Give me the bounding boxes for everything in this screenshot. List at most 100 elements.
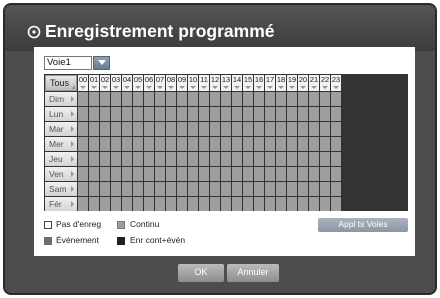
schedule-cell[interactable] — [166, 167, 176, 181]
schedule-cell[interactable] — [243, 92, 253, 106]
schedule-cell[interactable] — [199, 107, 209, 121]
schedule-cell[interactable] — [309, 92, 319, 106]
schedule-cell[interactable] — [133, 167, 143, 181]
hour-header-00[interactable]: 00 — [78, 75, 88, 91]
schedule-cell[interactable] — [309, 167, 319, 181]
schedule-cell[interactable] — [199, 182, 209, 196]
schedule-cell[interactable] — [265, 137, 275, 151]
schedule-cell[interactable] — [221, 137, 231, 151]
schedule-cell[interactable] — [320, 137, 330, 151]
schedule-cell[interactable] — [133, 197, 143, 211]
schedule-cell[interactable] — [155, 197, 165, 211]
schedule-cell[interactable] — [89, 107, 99, 121]
schedule-cell[interactable] — [188, 92, 198, 106]
schedule-cell[interactable] — [331, 107, 341, 121]
schedule-cell[interactable] — [287, 152, 297, 166]
hour-header-17[interactable]: 17 — [265, 75, 275, 91]
schedule-cell[interactable] — [177, 197, 187, 211]
hour-header-10[interactable]: 10 — [188, 75, 198, 91]
day-header-1[interactable]: Lun — [45, 107, 77, 121]
schedule-cell[interactable] — [243, 107, 253, 121]
schedule-cell[interactable] — [100, 167, 110, 181]
schedule-cell[interactable] — [309, 182, 319, 196]
schedule-cell[interactable] — [177, 182, 187, 196]
hour-header-11[interactable]: 11 — [199, 75, 209, 91]
schedule-cell[interactable] — [100, 137, 110, 151]
day-header-7[interactable]: Fér — [45, 197, 77, 211]
schedule-cell[interactable] — [232, 122, 242, 136]
schedule-cell[interactable] — [199, 92, 209, 106]
schedule-cell[interactable] — [144, 167, 154, 181]
schedule-cell[interactable] — [298, 182, 308, 196]
schedule-cell[interactable] — [133, 137, 143, 151]
schedule-cell[interactable] — [144, 122, 154, 136]
schedule-cell[interactable] — [100, 197, 110, 211]
ok-button[interactable]: OK — [178, 264, 224, 282]
schedule-cell[interactable] — [166, 122, 176, 136]
schedule-cell[interactable] — [232, 152, 242, 166]
schedule-cell[interactable] — [210, 167, 220, 181]
schedule-cell[interactable] — [243, 137, 253, 151]
schedule-cell[interactable] — [309, 197, 319, 211]
schedule-cell[interactable] — [320, 197, 330, 211]
schedule-cell[interactable] — [78, 107, 88, 121]
schedule-cell[interactable] — [166, 197, 176, 211]
hour-header-13[interactable]: 13 — [221, 75, 231, 91]
schedule-cell[interactable] — [188, 167, 198, 181]
schedule-cell[interactable] — [254, 152, 264, 166]
schedule-cell[interactable] — [199, 152, 209, 166]
schedule-cell[interactable] — [100, 152, 110, 166]
schedule-cell[interactable] — [155, 92, 165, 106]
schedule-cell[interactable] — [309, 122, 319, 136]
schedule-cell[interactable] — [309, 107, 319, 121]
schedule-cell[interactable] — [210, 107, 220, 121]
schedule-cell[interactable] — [276, 122, 286, 136]
hour-header-02[interactable]: 02 — [100, 75, 110, 91]
schedule-cell[interactable] — [210, 92, 220, 106]
schedule-cell[interactable] — [122, 197, 132, 211]
schedule-cell[interactable] — [89, 182, 99, 196]
schedule-cell[interactable] — [221, 92, 231, 106]
hour-header-05[interactable]: 05 — [133, 75, 143, 91]
schedule-cell[interactable] — [232, 92, 242, 106]
schedule-cell[interactable] — [254, 122, 264, 136]
schedule-cell[interactable] — [276, 92, 286, 106]
schedule-cell[interactable] — [89, 137, 99, 151]
schedule-cell[interactable] — [111, 197, 121, 211]
schedule-cell[interactable] — [254, 197, 264, 211]
schedule-cell[interactable] — [331, 197, 341, 211]
hour-header-20[interactable]: 20 — [298, 75, 308, 91]
schedule-cell[interactable] — [155, 107, 165, 121]
schedule-cell[interactable] — [243, 122, 253, 136]
schedule-cell[interactable] — [309, 137, 319, 151]
schedule-cell[interactable] — [298, 92, 308, 106]
cancel-button[interactable]: Annuler — [227, 264, 279, 282]
schedule-cell[interactable] — [133, 152, 143, 166]
schedule-cell[interactable] — [188, 182, 198, 196]
schedule-cell[interactable] — [221, 167, 231, 181]
hour-header-12[interactable]: 12 — [210, 75, 220, 91]
schedule-cell[interactable] — [331, 152, 341, 166]
schedule-cell[interactable] — [111, 167, 121, 181]
schedule-cell[interactable] — [177, 152, 187, 166]
hour-header-22[interactable]: 22 — [320, 75, 330, 91]
schedule-cell[interactable] — [232, 107, 242, 121]
schedule-cell[interactable] — [276, 182, 286, 196]
schedule-cell[interactable] — [100, 122, 110, 136]
schedule-cell[interactable] — [232, 197, 242, 211]
hour-header-23[interactable]: 23 — [331, 75, 341, 91]
schedule-cell[interactable] — [221, 122, 231, 136]
schedule-cell[interactable] — [122, 92, 132, 106]
schedule-cell[interactable] — [276, 107, 286, 121]
schedule-cell[interactable] — [144, 107, 154, 121]
hour-header-04[interactable]: 04 — [122, 75, 132, 91]
hour-header-15[interactable]: 15 — [243, 75, 253, 91]
schedule-cell[interactable] — [133, 182, 143, 196]
schedule-cell[interactable] — [177, 92, 187, 106]
schedule-cell[interactable] — [210, 197, 220, 211]
hour-header-08[interactable]: 08 — [166, 75, 176, 91]
schedule-cell[interactable] — [188, 197, 198, 211]
schedule-cell[interactable] — [210, 152, 220, 166]
schedule-cell[interactable] — [221, 107, 231, 121]
schedule-cell[interactable] — [199, 197, 209, 211]
